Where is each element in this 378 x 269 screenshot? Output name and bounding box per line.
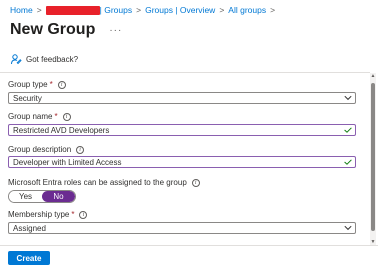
scrollbar-thumb[interactable] <box>371 83 375 231</box>
breadcrumb-separator: > <box>36 5 42 15</box>
group-name-input[interactable]: Restricted AVD Developers <box>8 124 356 136</box>
scroll-up-icon[interactable]: ▲ <box>370 73 376 79</box>
group-description-input[interactable]: Developer with Limited Access <box>8 156 356 168</box>
divider <box>0 72 370 73</box>
chevron-down-icon <box>343 223 353 233</box>
checkmark-icon <box>343 157 353 167</box>
group-description-label: Group description i <box>8 145 85 154</box>
group-type-value: Security <box>13 93 42 103</box>
group-type-dropdown[interactable]: Security <box>8 92 356 104</box>
info-icon[interactable]: i <box>191 178 200 187</box>
toggle-no[interactable]: No <box>42 191 75 202</box>
group-type-label-text: Group type <box>8 80 48 89</box>
info-icon[interactable]: i <box>62 112 71 121</box>
feedback-label: Got feedback? <box>26 54 79 64</box>
info-icon[interactable]: i <box>76 145 85 154</box>
group-type-label: Group type * i <box>8 80 66 89</box>
footer-divider <box>0 245 378 246</box>
group-name-label-text: Group name <box>8 112 53 121</box>
redacted-block <box>45 5 100 15</box>
group-description-value: Developer with Limited Access <box>13 157 122 167</box>
group-name-label: Group name * i <box>8 112 71 121</box>
breadcrumb-groups-overview[interactable]: Groups | Overview <box>145 5 215 15</box>
entra-roles-label: Microsoft Entra roles can be assigned to… <box>8 178 200 187</box>
membership-type-label: Membership type * i <box>8 210 88 219</box>
toggle-yes[interactable]: Yes <box>9 191 42 202</box>
breadcrumb-separator: > <box>136 5 142 15</box>
title-row: New Group ··· <box>10 20 122 40</box>
membership-type-label-text: Membership type <box>8 210 70 219</box>
group-description-label-text: Group description <box>8 145 72 154</box>
vertical-scrollbar[interactable]: ▲ ▼ <box>370 73 376 245</box>
group-name-value: Restricted AVD Developers <box>13 125 110 135</box>
membership-type-dropdown[interactable]: Assigned <box>8 222 356 234</box>
required-indicator: * <box>49 80 53 89</box>
feedback-button[interactable]: Got feedback? <box>10 52 78 66</box>
page-title: New Group <box>10 21 96 38</box>
breadcrumb-separator: > <box>270 5 276 15</box>
breadcrumb-all-groups[interactable]: All groups <box>228 5 266 15</box>
info-icon[interactable]: i <box>57 80 66 89</box>
entra-roles-toggle[interactable]: Yes No <box>8 190 76 203</box>
required-indicator: * <box>71 210 75 219</box>
feedback-person-icon <box>11 54 22 65</box>
breadcrumb-separator: > <box>219 5 225 15</box>
info-icon[interactable]: i <box>79 210 88 219</box>
membership-type-value: Assigned <box>13 223 46 233</box>
breadcrumb-home[interactable]: Home <box>10 5 33 15</box>
breadcrumb-groups[interactable]: | Groups <box>100 5 132 15</box>
required-indicator: * <box>54 112 58 121</box>
more-options-icon[interactable]: ··· <box>109 25 122 36</box>
checkmark-icon <box>343 125 353 135</box>
create-button[interactable]: Create <box>8 251 50 265</box>
breadcrumb: Home > | Groups > Groups | Overview > Al… <box>10 4 279 16</box>
chevron-down-icon <box>343 93 353 103</box>
entra-roles-label-text: Microsoft Entra roles can be assigned to… <box>8 178 187 187</box>
